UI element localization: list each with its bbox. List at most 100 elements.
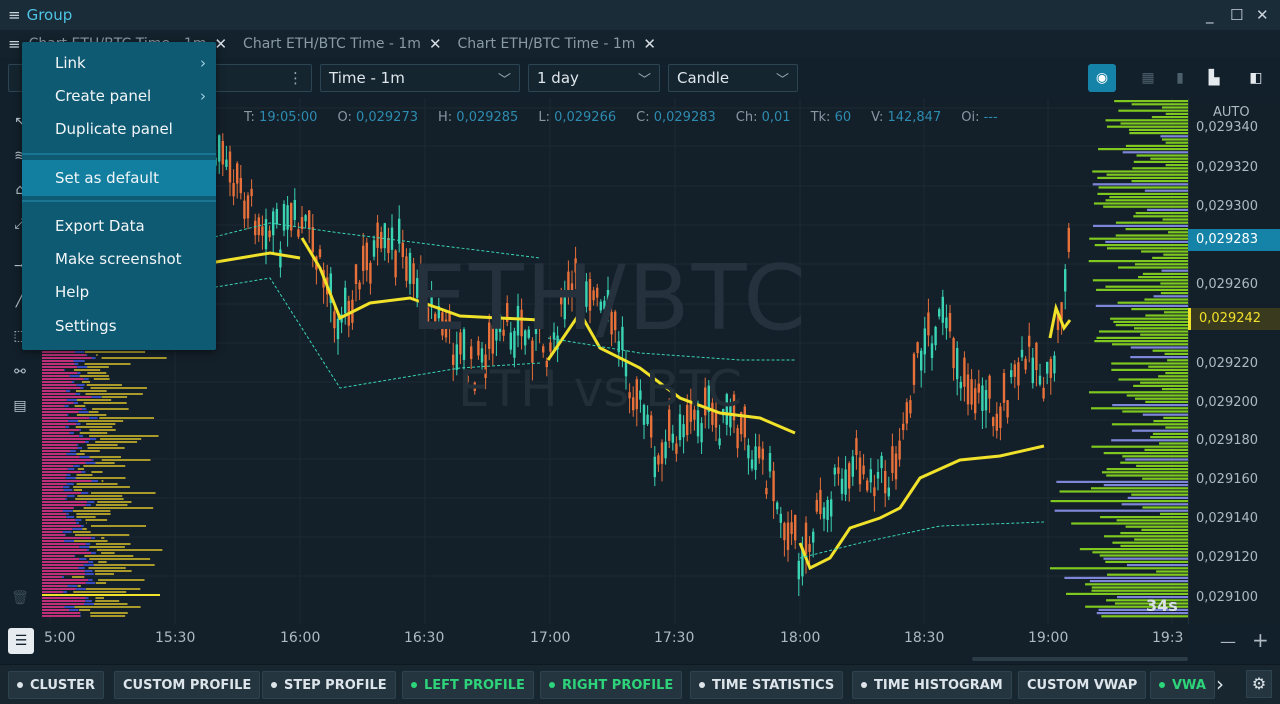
indicator-button-left-profile[interactable]: LEFT PROFILE xyxy=(402,671,534,699)
profile-bar-left xyxy=(63,486,70,488)
menu-item-make-screenshot[interactable]: Make screenshot xyxy=(22,243,216,275)
profile-bar-left xyxy=(66,414,69,416)
magnet-tool-icon[interactable]: ⚯ xyxy=(8,360,32,384)
keyboard-icon[interactable]: ▦ xyxy=(1134,64,1162,92)
close-icon[interactable]: ✕ xyxy=(214,35,227,53)
candle-body xyxy=(923,328,926,355)
candle-body xyxy=(365,242,368,271)
profile-bar-left xyxy=(95,462,115,464)
profile-bar-right xyxy=(1129,132,1188,135)
profile-bar-right xyxy=(1126,394,1188,397)
menu-item-link[interactable]: Link › xyxy=(22,47,216,79)
profile-bar-right xyxy=(1128,128,1188,131)
zoom-out-icon[interactable]: — xyxy=(1220,632,1236,651)
minimize-icon[interactable]: _ xyxy=(1206,6,1214,24)
indicator-button-step-profile[interactable]: STEP PROFILE xyxy=(262,671,396,699)
close-icon[interactable]: ✕ xyxy=(429,35,442,53)
time-scrollbar[interactable] xyxy=(972,657,1188,661)
indicator-button-right-profile[interactable]: RIGHT PROFILE xyxy=(540,671,683,699)
tab-chart-3[interactable]: Chart ETH/BTC Time - 1m ✕ xyxy=(450,30,664,58)
tab-menu-icon[interactable]: ≡ xyxy=(8,35,21,53)
candle-body xyxy=(300,217,304,230)
candle-body xyxy=(1042,387,1045,399)
profile-bar-left xyxy=(86,522,87,524)
profile-bar-left xyxy=(91,480,99,482)
panel-toggle-icon[interactable]: ◧ xyxy=(1242,64,1270,92)
indicator-button-label: TIME HISTOGRAM xyxy=(874,677,1003,693)
profile-bar-left xyxy=(42,525,81,527)
candle-body xyxy=(858,457,862,485)
trash-icon[interactable]: 🗑 xyxy=(8,586,32,610)
profile-bar-left xyxy=(42,417,90,419)
close-icon[interactable]: ✕ xyxy=(1256,6,1269,24)
menu-item-export-data[interactable]: Export Data xyxy=(22,210,216,242)
candle-body xyxy=(336,318,340,340)
candle-body xyxy=(1017,362,1020,386)
profile-bar-right xyxy=(1165,164,1188,167)
indicator-button-vwa[interactable]: VWA xyxy=(1150,671,1215,699)
profile-bar-left xyxy=(84,555,134,557)
indicator-button-time-histogram[interactable]: TIME HISTOGRAM xyxy=(852,671,1012,699)
profile-bar-left xyxy=(42,498,66,500)
profile-bar-right xyxy=(1106,173,1188,176)
profile-bar-right xyxy=(1136,154,1188,157)
profile-bar-left xyxy=(83,402,127,404)
maximize-icon[interactable]: ☐ xyxy=(1230,6,1243,24)
candle-timer: 34s xyxy=(1146,596,1178,615)
indicator-button-time-statistics[interactable]: TIME STATISTICS xyxy=(690,671,844,699)
menu-item-create-panel[interactable]: Create panel › xyxy=(22,80,216,112)
tab-chart-2[interactable]: Chart ETH/BTC Time - 1m ✕ xyxy=(235,30,449,58)
profile-bar-right xyxy=(1148,365,1188,368)
zoom-in-icon[interactable]: + xyxy=(1252,628,1269,652)
hamburger-icon[interactable]: ≡ xyxy=(8,6,21,24)
indicator-button-cluster[interactable]: CLUSTER xyxy=(8,671,105,699)
profile-bar-left xyxy=(42,534,65,536)
profile-bar-left xyxy=(69,609,79,611)
menu-item-help[interactable]: Help xyxy=(22,276,216,308)
profile-bar-right xyxy=(1059,490,1188,493)
menu-item-duplicate-panel[interactable]: Duplicate panel xyxy=(22,113,216,145)
layout-icon[interactable]: ▙ xyxy=(1200,64,1228,92)
profile-bar-right xyxy=(1142,506,1188,509)
profile-bar-right xyxy=(1160,135,1188,138)
profile-bar-left xyxy=(42,543,86,545)
candle-body xyxy=(279,249,282,268)
profile-bar-right xyxy=(1106,474,1188,477)
profile-bar-left xyxy=(42,609,70,611)
candle-body xyxy=(772,470,775,502)
status-dot xyxy=(1159,682,1165,688)
more-vertical-icon[interactable]: ⋮ xyxy=(288,69,303,87)
profile-bar-right xyxy=(1106,247,1188,250)
menu-separator xyxy=(22,153,216,155)
profile-bar-right xyxy=(1114,100,1188,103)
profile-bar-right xyxy=(1159,512,1188,515)
candle-body xyxy=(963,357,966,387)
range-select[interactable]: 1 day ﹀ xyxy=(528,64,660,92)
profile-bar-right xyxy=(1096,288,1188,291)
bottom-more-icon[interactable]: › xyxy=(1216,672,1224,696)
indicator-button-custom-profile[interactable]: CUSTOM PROFILE xyxy=(114,671,261,699)
candle-body xyxy=(236,163,239,184)
close-icon[interactable]: ✕ xyxy=(643,35,656,53)
menu-item-set-as-default[interactable]: Set as default xyxy=(22,160,216,196)
profile-bar-left xyxy=(42,606,65,608)
candle-body xyxy=(959,381,962,389)
candle-body xyxy=(909,400,912,414)
gear-icon[interactable]: ⚙ xyxy=(1246,670,1272,698)
list-toggle-icon[interactable]: ☰ xyxy=(8,628,34,654)
profile-bar-left xyxy=(75,393,81,395)
mouse-icon[interactable]: ▮ xyxy=(1166,64,1194,92)
template-tool-icon[interactable]: ▤ xyxy=(8,394,32,418)
profile-bar-right xyxy=(1097,176,1188,179)
ohlc-ticks: 60 xyxy=(834,110,852,125)
indicator-button-custom-vwap[interactable]: CUSTOM VWAP xyxy=(1018,671,1147,699)
volume-profile-toggle-icon[interactable]: ◉ xyxy=(1088,64,1116,92)
profile-bar-left xyxy=(42,528,73,530)
profile-bar-left xyxy=(63,489,73,491)
profile-bar-left xyxy=(98,579,145,581)
profile-bar-left xyxy=(42,459,92,461)
menu-item-settings[interactable]: Settings xyxy=(22,310,216,342)
chart-type-select[interactable]: Candle ﹀ xyxy=(668,64,798,92)
interval-select[interactable]: Time - 1m ﹀ xyxy=(320,64,520,92)
profile-bar-left xyxy=(92,408,129,410)
